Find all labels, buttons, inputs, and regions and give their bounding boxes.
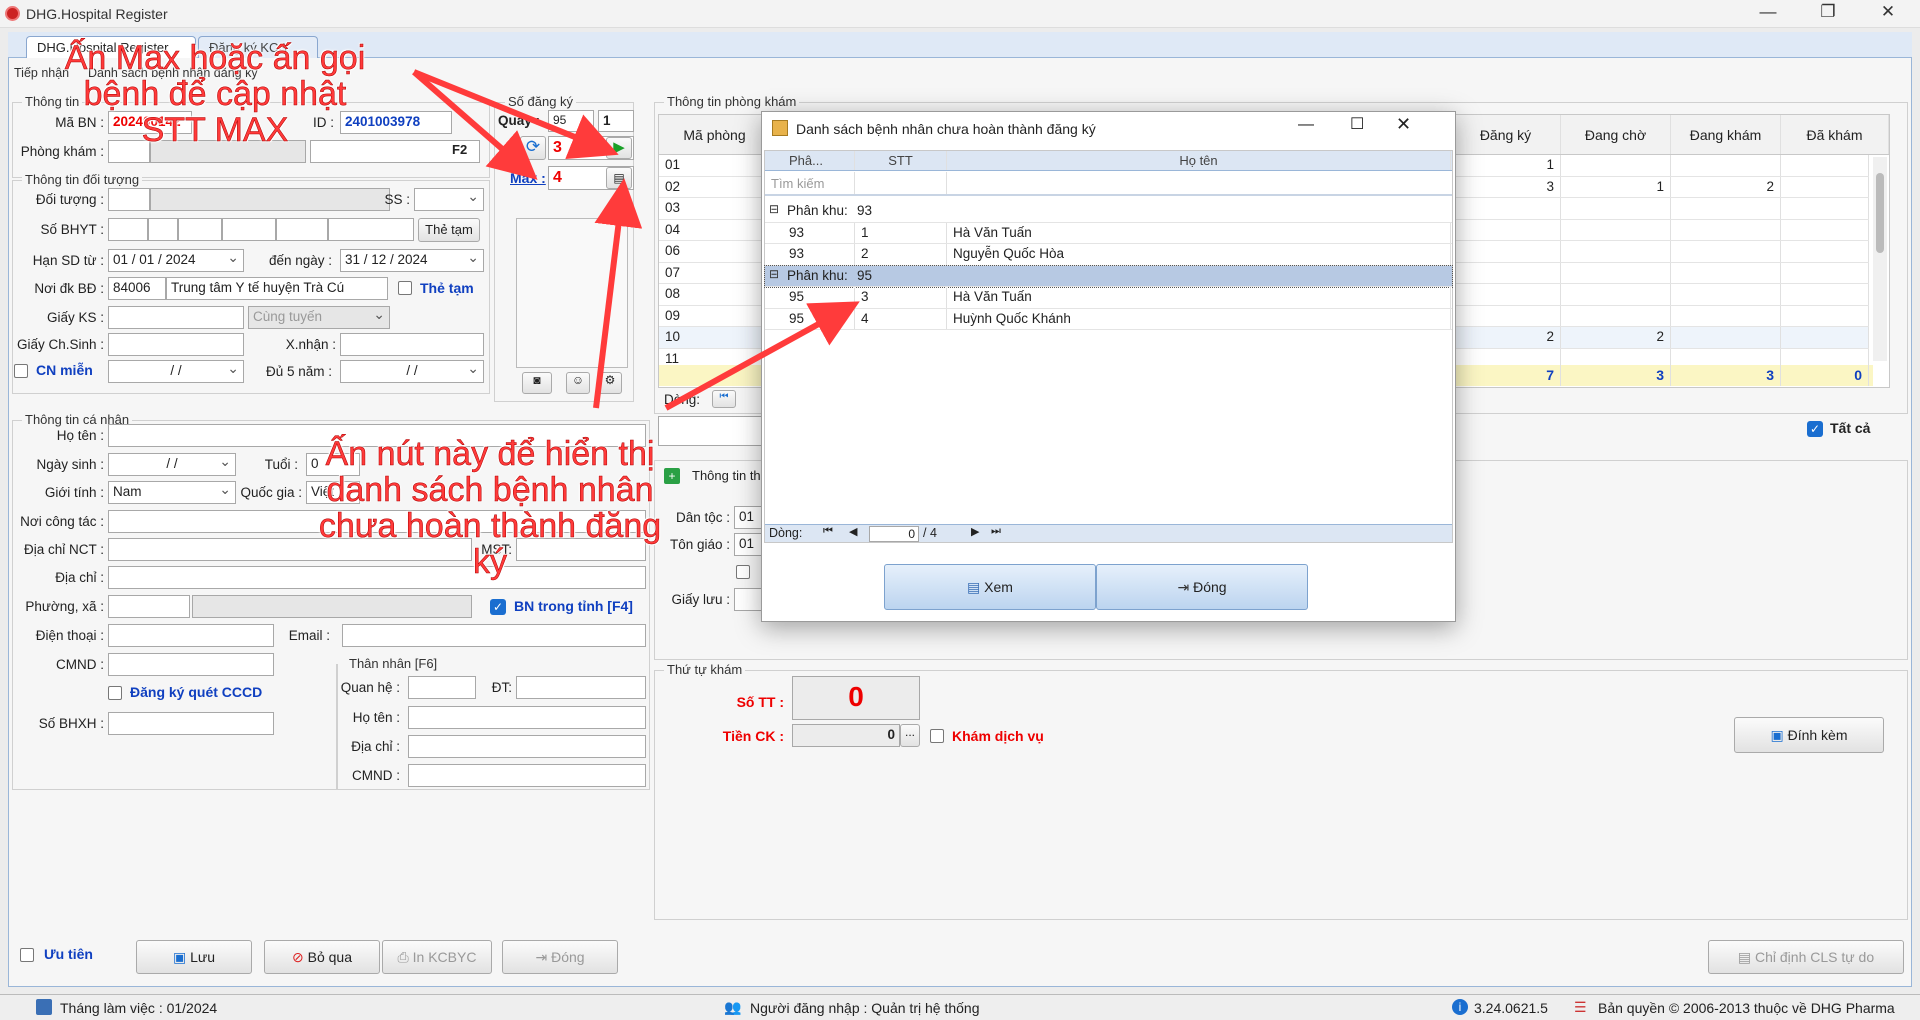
arrow-to-max — [412, 69, 538, 180]
annotation-max: Ấn Max hoặc ấn gọi bệnh để cập nhật STT … — [64, 39, 366, 149]
arrow-to-dialog — [664, 301, 860, 411]
arrow-to-play — [412, 69, 619, 160]
annotation-list-button: Ấn nút này để hiển thị danh sách bệnh nh… — [318, 435, 662, 581]
annotation-arrows — [412, 69, 860, 411]
arrow-to-list-button — [593, 178, 643, 409]
